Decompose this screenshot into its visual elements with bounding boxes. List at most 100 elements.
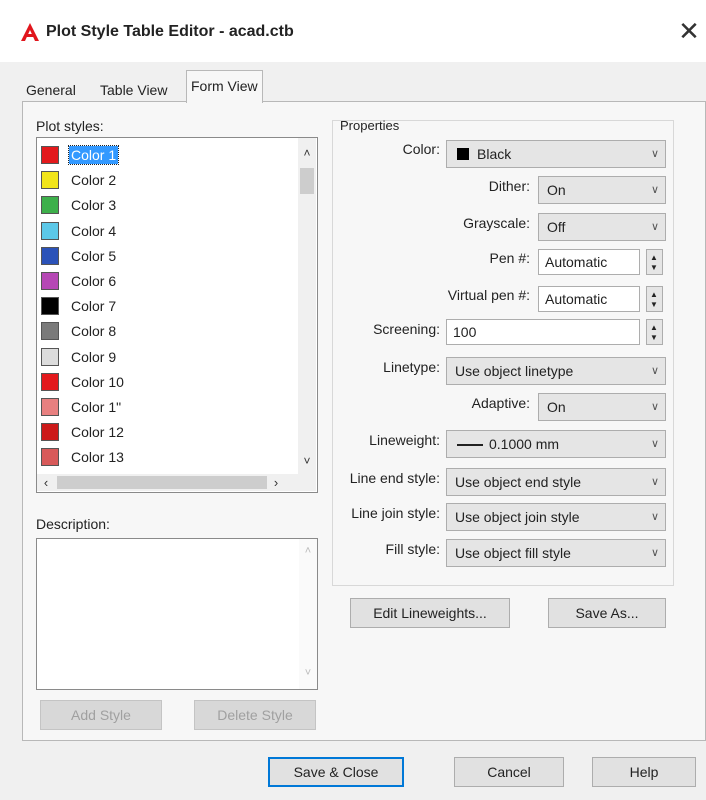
line-end-style-value: Use object end style [455,474,582,490]
grayscale-value: Off [547,219,566,235]
horizontal-scrollbar[interactable]: ‹ › [37,474,316,491]
plot-styles-label: Plot styles: [36,118,104,134]
pen-number-input[interactable]: Automatic [538,249,640,275]
plot-style-label: Color 7 [71,298,117,315]
chevron-down-icon: ∨ [650,401,659,413]
save-and-close-button[interactable]: Save & Close [268,757,404,787]
grayscale-dropdown[interactable]: Off ∨ [538,213,666,241]
arrow-down-icon[interactable]: ˅ [298,452,316,470]
autocad-logo-icon [21,23,39,41]
add-style-button[interactable]: Add Style [40,700,162,730]
cancel-button[interactable]: Cancel [454,757,564,787]
plot-style-item[interactable]: Color 9 [41,345,291,370]
color-swatch [41,146,59,164]
vertical-scrollbar[interactable]: ˄ ˅ [298,138,316,474]
virtual-pen-label: Virtual pen #: [447,287,530,303]
arrow-right-icon[interactable]: › [267,474,285,491]
chevron-down-icon: ∨ [650,511,659,523]
line-join-style-label: Line join style: [351,505,440,521]
linetype-label: Linetype: [383,359,440,375]
plot-style-label: Color 8 [71,323,117,340]
plot-styles-list[interactable]: Color 1 Color 2 Color 3 Color 4 Color 5 Color… [36,137,318,493]
plot-style-label: Color 9 [71,348,117,365]
description-label: Description: [36,516,110,532]
color-swatch [41,448,59,467]
tab-table-view[interactable]: Table View [96,78,171,102]
line-join-style-dropdown[interactable]: Use object join style ∨ [446,503,666,531]
arrow-up-icon[interactable]: ˄ [299,545,317,557]
edit-lineweights-button[interactable]: Edit Lineweights... [350,598,510,628]
pen-number-label: Pen #: [489,250,530,266]
adaptive-dropdown[interactable]: On ∨ [538,393,666,421]
spinner-icon[interactable]: ▲ ▼ [646,249,663,275]
color-swatch [41,196,59,215]
plot-style-item[interactable]: Color 1 [41,143,291,168]
spinner-icon[interactable]: ▲ ▼ [646,286,663,312]
help-button[interactable]: Help [592,757,696,787]
plot-style-item[interactable]: Color 12 [41,420,291,445]
arrow-down-icon[interactable]: ˅ [299,667,317,679]
plot-style-item[interactable]: Color 2 [41,168,291,193]
virtual-pen-value: Automatic [545,291,608,307]
color-swatch [41,372,59,391]
line-join-style-value: Use object join style [455,509,580,525]
description-field[interactable]: ˄ ˅ [36,538,318,690]
plot-style-label: Color 2 [71,172,117,189]
screening-input[interactable]: 100 [446,319,640,345]
color-swatch [41,398,59,416]
line-end-style-dropdown[interactable]: Use object end style ∨ [446,468,666,496]
spinner-icon[interactable]: ▲ ▼ [646,319,663,345]
virtual-pen-input[interactable]: Automatic [538,286,640,312]
dither-value: On [547,182,566,198]
lineweight-sample [457,444,483,446]
plot-style-item[interactable]: Color 8 [41,319,291,344]
chevron-down-icon: ∨ [650,547,659,559]
chevron-down-icon: ∨ [650,184,659,196]
color-swatch [41,423,59,442]
plot-style-label: Color 13 [71,449,124,466]
plot-style-item[interactable]: Color 4 [41,219,291,244]
plot-style-item[interactable]: Color 1" [41,395,291,420]
lineweight-value: 0.1000 mm [489,436,560,452]
plot-style-label: Color 4 [71,222,117,239]
arrow-up-icon[interactable]: ˄ [298,144,316,162]
plot-style-label: Color 1" [71,399,122,415]
linetype-value: Use object linetype [455,363,574,379]
arrow-left-icon[interactable]: ‹ [37,474,55,491]
adaptive-value: On [547,399,566,415]
plot-style-label: Color 1 [67,145,120,165]
fill-style-dropdown[interactable]: Use object fill style ∨ [446,539,666,567]
color-swatch [41,297,59,316]
color-swatch [41,347,59,366]
dither-dropdown[interactable]: On ∨ [538,176,666,204]
plot-style-label: Color 3 [71,197,117,214]
chevron-down-icon: ∨ [650,148,659,160]
plot-style-item[interactable]: Color 7 [41,294,291,319]
scroll-thumb[interactable] [57,476,267,489]
plot-style-item[interactable]: Color 5 [41,244,291,269]
color-swatch [41,246,59,265]
plot-style-label: Color 10 [71,373,124,390]
plot-style-item[interactable]: Color 6 [41,269,291,294]
color-swatch [41,171,59,190]
plot-style-item[interactable]: Color 10 [41,370,291,395]
linetype-dropdown[interactable]: Use object linetype ∨ [446,357,666,385]
lineweight-dropdown[interactable]: 0.1000 mm ∨ [446,430,666,458]
plot-style-item[interactable]: Color 13 [41,445,291,470]
close-icon[interactable]: ✕ [674,16,704,46]
screening-label: Screening: [373,321,440,337]
delete-style-button[interactable]: Delete Style [194,700,316,730]
save-as-button[interactable]: Save As... [548,598,666,628]
description-scrollbar[interactable]: ˄ ˅ [299,539,317,689]
screening-value: 100 [453,324,477,340]
window-title: Plot Style Table Editor - acad.ctb [46,23,294,40]
scroll-thumb[interactable] [300,168,314,194]
chevron-down-icon: ∨ [650,221,659,233]
plot-style-item[interactable]: Color 3 [41,193,291,218]
color-dropdown[interactable]: Black ∨ [446,140,666,168]
line-end-style-label: Line end style: [349,470,440,486]
tab-form-view[interactable]: Form View [186,70,263,103]
tab-general[interactable]: General [22,78,80,102]
fill-style-value: Use object fill style [455,545,571,561]
plot-style-label: Color 6 [71,273,117,289]
